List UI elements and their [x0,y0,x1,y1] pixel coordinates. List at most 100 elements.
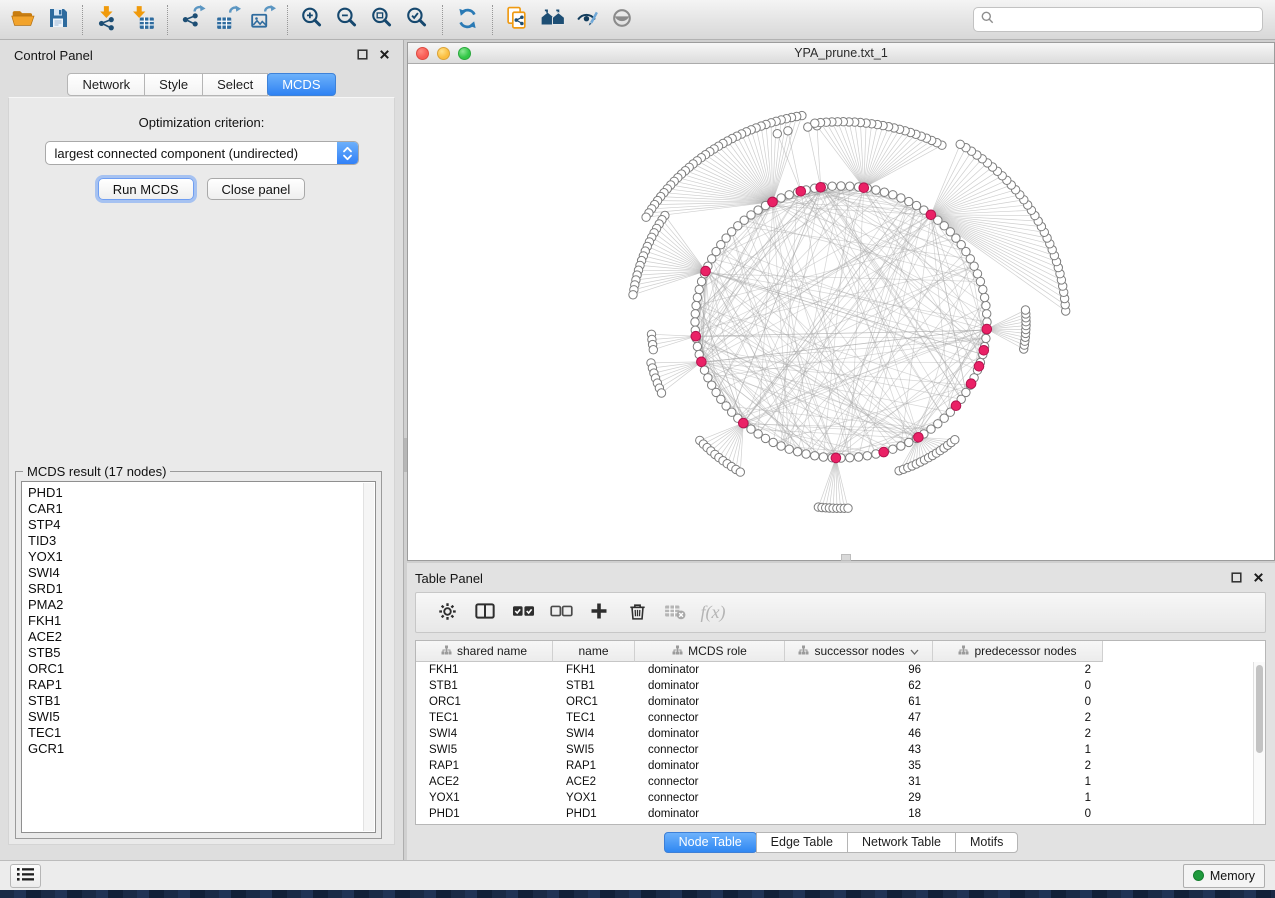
network-node[interactable] [982,334,990,342]
table-row[interactable]: TEC1TEC1connector472 [416,710,1265,726]
network-node[interactable] [693,293,701,301]
mcds-result-item[interactable]: PHD1 [28,485,375,501]
mcds-dominator-node[interactable] [796,187,806,197]
network-node[interactable] [649,346,657,354]
network-node[interactable] [912,201,920,209]
mcds-result-item[interactable]: FKH1 [28,613,375,629]
mcds-dominator-node[interactable] [979,346,989,356]
network-node[interactable] [889,445,897,453]
network-node[interactable] [697,277,705,285]
window-minimize-button[interactable] [437,47,450,60]
export-table-button[interactable] [210,4,245,36]
zoom-selected-region-button[interactable] [400,4,435,36]
mcds-dominator-node[interactable] [951,401,961,411]
column-header-successor-nodes[interactable]: successor nodes [785,641,933,662]
zoom-out-button[interactable] [330,4,365,36]
table-row[interactable]: SWI5SWI5connector431 [416,742,1265,758]
mcds-result-item[interactable]: ORC1 [28,661,375,677]
mcds-result-item[interactable]: SWI4 [28,565,375,581]
network-node[interactable] [1021,306,1029,314]
select-all-rows-button[interactable] [504,595,542,631]
network-node[interactable] [785,191,793,199]
column-header-name[interactable]: name [553,641,635,662]
run-mcds-button[interactable]: Run MCDS [98,178,194,200]
save-session-button[interactable] [40,4,75,36]
export-image-button[interactable] [245,4,280,36]
column-header-shared-name[interactable]: shared name [416,641,553,662]
tab-network[interactable]: Network [67,73,145,96]
mcds-result-item[interactable]: STP4 [28,517,375,533]
network-node[interactable] [793,448,801,456]
network-node[interactable] [811,452,819,460]
network-node[interactable] [777,442,785,450]
network-node[interactable] [905,438,913,446]
network-node[interactable] [983,310,991,318]
memory-button[interactable]: Memory [1183,864,1265,888]
tab-motifs[interactable]: Motifs [955,832,1018,853]
network-node[interactable] [777,194,785,202]
copy-network-to-clipboard-button[interactable] [500,4,535,36]
mcds-dominator-node[interactable] [879,447,889,457]
table-row[interactable]: ORC1ORC1dominator610 [416,694,1265,710]
mcds-dominator-node[interactable] [974,362,984,372]
open-file-button[interactable] [5,4,40,36]
network-node[interactable] [846,454,854,462]
network-node[interactable] [863,452,871,460]
network-node[interactable] [819,453,827,461]
close-panel-button[interactable]: Close panel [207,178,306,200]
network-node[interactable] [854,453,862,461]
network-node[interactable] [979,285,987,293]
network-node[interactable] [629,291,637,299]
tab-select[interactable]: Select [202,73,268,96]
network-node[interactable] [897,442,905,450]
mcds-result-item[interactable]: PMA2 [28,597,375,613]
table-row[interactable]: FKH1FKH1dominator962 [416,662,1265,678]
mcds-dominator-node[interactable] [701,266,711,276]
network-canvas[interactable] [408,64,1274,560]
mcds-result-item[interactable]: YOX1 [28,549,375,565]
network-node[interactable] [802,450,810,458]
network-node[interactable] [880,188,888,196]
network-node[interactable] [773,130,781,138]
table-row[interactable]: RAP1RAP1dominator352 [416,758,1265,774]
network-node[interactable] [736,468,744,476]
mcds-dominator-node[interactable] [697,357,707,367]
network-node[interactable] [905,197,913,205]
network-node[interactable] [785,445,793,453]
network-node[interactable] [828,182,836,190]
show-hide-columns-button[interactable] [466,595,504,631]
network-node[interactable] [976,277,984,285]
table-panel-float-icon[interactable] [1230,571,1243,584]
hide-graphics-details-button[interactable] [570,4,605,36]
mcds-dominator-node[interactable] [914,433,924,443]
mcds-result-item[interactable]: ACE2 [28,629,375,645]
network-node[interactable] [761,434,769,442]
network-node[interactable] [784,127,792,135]
mcds-dominator-node[interactable] [859,183,869,193]
mcds-result-item[interactable]: STB1 [28,693,375,709]
mcds-dominator-node[interactable] [768,197,778,207]
mcds-dominator-node[interactable] [816,183,826,193]
column-header-MCDS-role[interactable]: MCDS role [635,641,785,662]
criterion-dropdown[interactable]: largest connected component (undirected) [45,141,359,165]
table-row[interactable]: YOX1YOX1connector291 [416,790,1265,806]
panels-menu-button[interactable] [10,864,41,888]
mcds-result-item[interactable]: GCR1 [28,741,375,757]
create-new-column-button[interactable] [580,595,618,631]
network-node[interactable] [951,436,959,444]
zoom-in-button[interactable] [295,4,330,36]
delete-columns-button[interactable] [618,595,656,631]
control-panel-close-icon[interactable] [378,48,391,61]
network-node[interactable] [769,438,777,446]
search-box[interactable] [973,7,1263,32]
mcds-result-item[interactable]: SRD1 [28,581,375,597]
table-row[interactable]: STB1STB1dominator620 [416,678,1265,694]
network-node[interactable] [897,194,905,202]
mcds-result-item[interactable]: RAP1 [28,677,375,693]
table-row[interactable]: ACE2ACE2connector311 [416,774,1265,790]
tab-edge-table[interactable]: Edge Table [756,832,848,853]
network-node[interactable] [692,301,700,309]
network-node[interactable] [754,430,762,438]
network-node[interactable] [657,389,665,397]
network-window-titlebar[interactable]: YPA_prune.txt_1 [408,43,1274,64]
